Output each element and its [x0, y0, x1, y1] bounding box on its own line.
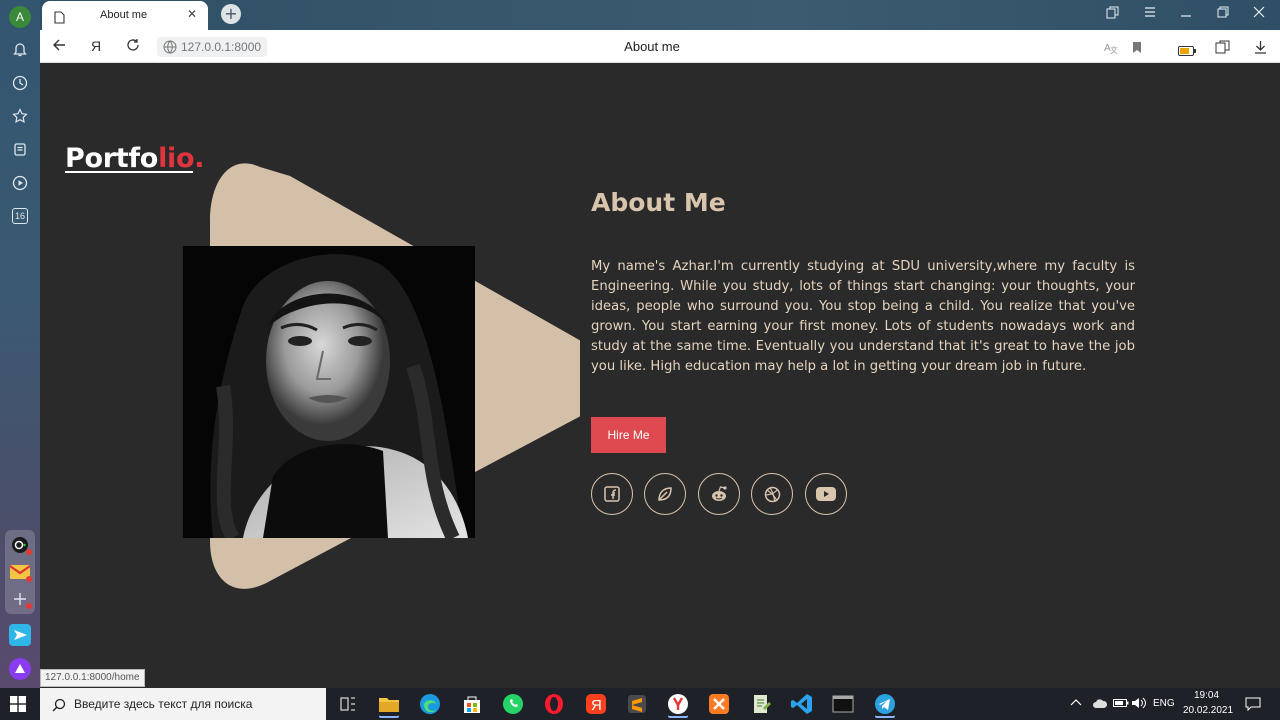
notifications-icon[interactable] [8, 38, 32, 62]
opera-icon[interactable] [542, 692, 566, 716]
browser-sidebar: A 16 [0, 0, 40, 688]
video-play-icon[interactable] [8, 171, 32, 195]
maximize-icon[interactable] [1217, 6, 1229, 21]
leaf-icon[interactable] [644, 473, 686, 515]
dribbble-icon[interactable] [751, 473, 793, 515]
vscode-icon[interactable] [790, 692, 814, 716]
translate-icon[interactable]: A文 [1104, 39, 1118, 58]
telegram-icon[interactable] [873, 692, 897, 716]
reddit-icon[interactable] [698, 473, 740, 515]
address-bar: Я 127.0.0.1:8000 About me A文 [40, 30, 1280, 63]
volume-icon[interactable] [1131, 697, 1147, 712]
task-view-icon[interactable] [336, 692, 360, 716]
about-title: About Me [591, 188, 726, 217]
bookmarks-star-icon[interactable] [8, 104, 32, 128]
notifications-center-icon[interactable] [1245, 696, 1261, 715]
camera-app-icon[interactable] [8, 533, 32, 557]
calendar-badge[interactable]: 16 [8, 204, 32, 228]
edge-browser-icon[interactable] [418, 692, 442, 716]
tab-about-me[interactable]: About me ✕ [42, 1, 208, 30]
clock-time[interactable]: 19:04 [1194, 690, 1219, 701]
search-icon [52, 697, 66, 716]
ms-store-icon[interactable] [460, 692, 484, 716]
about-description: My name's Azhar.I'm currently studying a… [591, 259, 1135, 374]
menu-icon[interactable] [1144, 6, 1156, 21]
file-explorer-icon[interactable] [377, 692, 401, 716]
yandex-red-icon[interactable]: Я [584, 692, 608, 716]
collections-icon[interactable] [8, 137, 32, 161]
battery-saver-icon[interactable] [1178, 41, 1196, 60]
sublime-text-icon[interactable] [625, 692, 649, 716]
page-icon [54, 9, 65, 28]
windows-taskbar: Введите здесь текст для поиска Я ENG 19:… [0, 688, 1280, 720]
profile-photo [183, 246, 475, 538]
logo-text: Portfo [65, 143, 159, 174]
notepad-icon[interactable] [749, 692, 773, 716]
minimize-icon[interactable] [1180, 6, 1192, 21]
mail-app-icon[interactable] [8, 560, 32, 584]
profile-avatar[interactable]: A [9, 6, 31, 28]
clock-date[interactable]: 20.02.2021 [1183, 705, 1233, 716]
bookmark-icon[interactable] [1132, 39, 1142, 58]
address-page-title: About me [624, 39, 680, 54]
history-icon[interactable] [8, 71, 32, 95]
status-bar-url: 127.0.0.1:8000/home [40, 669, 145, 687]
page-content: Portfolio. About Me My name's Azhar.I'm … [40, 63, 1280, 688]
new-tab-button[interactable]: + [221, 4, 241, 24]
terminal-icon[interactable] [831, 692, 855, 716]
cloud-sync-icon[interactable] [1092, 697, 1108, 712]
xampp-icon[interactable] [707, 692, 731, 716]
youtube-icon[interactable] [805, 473, 847, 515]
svg-text:文: 文 [1110, 45, 1118, 54]
close-icon[interactable]: ✕ [187, 7, 197, 21]
close-window-icon[interactable] [1253, 6, 1265, 21]
add-app-icon[interactable] [8, 587, 32, 611]
logo-underline [65, 171, 193, 173]
yandex-browser-icon[interactable] [666, 692, 690, 716]
taskbar-search-box[interactable]: Введите здесь текст для поиска [40, 688, 326, 720]
messenger-app-icon[interactable] [8, 623, 32, 647]
hire-me-button[interactable]: Hire Me [591, 417, 666, 453]
language-indicator[interactable]: ENG [1153, 698, 1175, 709]
facebook-icon[interactable] [591, 473, 633, 515]
tab-strip: About me ✕ + [40, 0, 1280, 30]
svg-text:Я: Я [591, 697, 602, 714]
reader-mode-icon[interactable] [1215, 39, 1230, 58]
windows-start-icon[interactable] [10, 696, 26, 716]
alice-assistant-icon[interactable] [8, 657, 32, 681]
tab-title: About me [100, 9, 148, 21]
whatsapp-icon[interactable] [501, 692, 525, 716]
battery-icon[interactable] [1113, 697, 1129, 712]
search-placeholder: Введите здесь текст для поиска [74, 697, 253, 711]
tabs-icon[interactable] [1106, 6, 1119, 22]
download-icon[interactable] [1254, 39, 1267, 58]
tray-chevron-icon[interactable] [1070, 697, 1082, 710]
